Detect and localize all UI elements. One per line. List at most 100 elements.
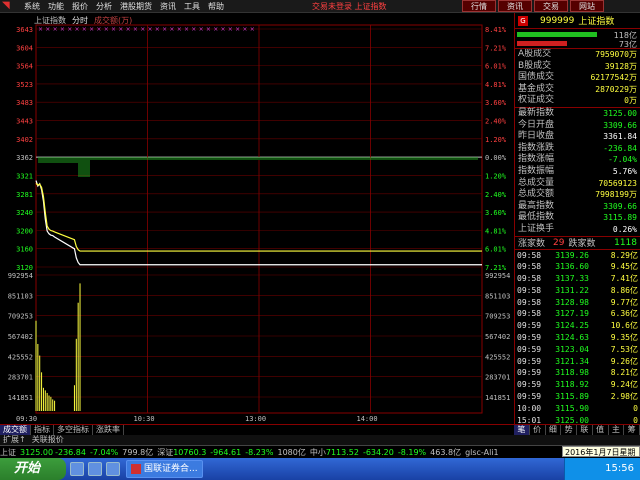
sh-amount: 799.8亿 <box>122 447 154 457</box>
zx-value: 7113.52 <box>325 447 359 457</box>
stat-label: B股成交 <box>518 60 552 71</box>
website-button[interactable]: 网站 <box>570 0 604 12</box>
stat-row: 总成交量 70569123 <box>515 178 640 190</box>
tick-row[interactable]: 09:58 3136.60 9.45亿 <box>515 261 640 273</box>
rtab-chips[interactable]: 筹 <box>624 425 640 435</box>
price-tick-label: 3160 <box>16 246 33 254</box>
news-button[interactable]: 资讯 <box>498 0 532 12</box>
time-tick-label: 09:30 <box>16 415 37 423</box>
taskbar-app-button[interactable]: 国联证券合... <box>126 460 203 478</box>
menu-quote[interactable]: 报价 <box>72 1 88 12</box>
stat-row: 指数涨幅 -7.04% <box>515 154 640 166</box>
rtab-trend[interactable]: 势 <box>561 425 577 435</box>
auction-marker: × <box>242 26 247 33</box>
tick-volume: 8.86亿 <box>610 285 638 295</box>
tick-row[interactable]: 09:59 3124.25 10.6亿 <box>515 320 640 332</box>
intraday-chart[interactable]: 3643 8.41% 3604 7.21% 3564 6.01% 3523 4.81% 3483… <box>0 13 514 424</box>
tick-time: 09:59 <box>517 392 542 402</box>
menu-tools[interactable]: 工具 <box>184 1 200 12</box>
start-button[interactable]: 开始 <box>0 458 66 480</box>
stat-label: 指数涨幅 <box>518 154 555 165</box>
indicator-tabs: 成交额 指标 多空指标 涨跌率 <box>0 424 514 435</box>
extension-tabs: 扩展↑ 关联报价 <box>0 435 640 445</box>
stat-label: 基金成交 <box>518 83 555 94</box>
tab-expand[interactable]: 扩展↑ <box>0 435 29 445</box>
tick-row[interactable]: 09:59 3123.04 7.53亿 <box>515 344 640 356</box>
tick-price: 3115.89 <box>555 392 589 402</box>
rtab-related[interactable]: 联 <box>577 425 593 435</box>
tick-list[interactable]: 09:58 3139.26 8.29亿 09:58 3136.60 9.45亿 09:58 3… <box>515 250 640 427</box>
stat-row: 今日开盘 3309.66 <box>515 120 640 132</box>
clock[interactable]: 15:56 <box>605 463 634 474</box>
tick-row[interactable]: 09:58 3128.98 9.77亿 <box>515 297 640 309</box>
rtab-price[interactable]: 价 <box>530 425 546 435</box>
quicklaunch-ie-icon[interactable] <box>70 462 84 476</box>
quicklaunch-folder-icon[interactable] <box>106 462 120 476</box>
zx-change: -634.20 <box>362 447 394 457</box>
app-icon <box>131 463 141 474</box>
pct-tick-label: 1.20% <box>485 172 507 180</box>
stat-row: 国债成交 62177542万 <box>515 72 640 84</box>
auction-marker: × <box>148 26 153 33</box>
stat-value: 7959070万 <box>595 50 637 59</box>
tick-row[interactable]: 10:00 3115.90 0 <box>515 403 640 415</box>
volume-tick-label-right: 141851 <box>485 394 510 402</box>
tick-volume: 7.53亿 <box>610 344 638 354</box>
quote-button[interactable]: 行情 <box>462 0 496 12</box>
tick-row[interactable]: 09:59 3115.89 2.98亿 <box>515 391 640 403</box>
tab-rise-fall-ratio[interactable]: 涨跌率 <box>93 425 124 435</box>
price-tick-label: 3402 <box>16 136 33 144</box>
auction-marker: × <box>228 26 233 33</box>
server-name: glsc-Ali1 <box>465 447 499 457</box>
pct-tick-label: 1.20% <box>485 136 507 144</box>
rtab-value[interactable]: 值 <box>593 425 609 435</box>
menu-help[interactable]: 帮助 <box>208 1 224 12</box>
tick-row[interactable]: 09:58 3137.33 7.41亿 <box>515 273 640 285</box>
pct-tick-label: 2.40% <box>485 118 507 126</box>
tick-price: 3124.63 <box>555 333 589 343</box>
tick-row[interactable]: 09:59 3118.92 9.24亿 <box>515 379 640 391</box>
pct-tick-label: 2.40% <box>485 191 507 199</box>
stat-label: 最低指数 <box>518 212 555 223</box>
tick-price: 3115.90 <box>555 403 589 413</box>
tick-price: 3118.98 <box>555 368 589 378</box>
menu-analysis[interactable]: 分析 <box>96 1 112 12</box>
tick-row[interactable]: 09:58 3139.26 8.29亿 <box>515 250 640 262</box>
price-tick-label: 3523 <box>16 81 33 89</box>
tick-row[interactable]: 09:58 3127.19 6.36亿 <box>515 308 640 320</box>
tick-row[interactable]: 09:59 3124.63 9.35亿 <box>515 332 640 344</box>
rtab-main[interactable]: 主 <box>609 425 625 435</box>
price-tick-label: 3483 <box>16 99 33 107</box>
volume-tick-label: 141851 <box>8 394 33 402</box>
auction-marker: × <box>104 26 109 33</box>
tick-row[interactable]: 09:58 3131.22 8.86亿 <box>515 285 640 297</box>
sz-change: -964.61 <box>210 447 242 457</box>
stat-label: A股成交 <box>518 49 552 59</box>
stat-value: -7.04% <box>608 155 637 165</box>
stat-value: 3361.84 <box>603 132 637 142</box>
tick-volume: 9.26亿 <box>610 356 638 366</box>
rtab-detail[interactable]: 细 <box>546 425 562 435</box>
auction-marker: × <box>133 26 138 33</box>
price-tick-label: 3200 <box>16 227 33 235</box>
menu-hk-futures[interactable]: 港股期货 <box>120 1 152 12</box>
quicklaunch-desktop-icon[interactable] <box>88 462 102 476</box>
tick-row[interactable]: 09:59 3118.98 8.21亿 <box>515 367 640 379</box>
rtab-trades[interactable]: 笔 <box>514 425 530 435</box>
tab-long-short[interactable]: 多空指标 <box>54 425 93 435</box>
tab-related-quote[interactable]: 关联报价 <box>29 435 67 445</box>
menu-system[interactable]: 系统 <box>24 1 40 12</box>
tab-indicator[interactable]: 指标 <box>31 425 54 435</box>
volume-tick-label-right: 283701 <box>485 374 510 382</box>
stat-row: 基金成交 2870229万 <box>515 84 640 96</box>
stat-row: 最高指数 3309.66 <box>515 201 640 213</box>
menu-function[interactable]: 功能 <box>48 1 64 12</box>
pct-tick-label: 6.01% <box>485 246 507 254</box>
menu-news[interactable]: 资讯 <box>160 1 176 12</box>
trade-button[interactable]: 交易 <box>534 0 568 12</box>
pct-tick-label: 6.01% <box>485 63 507 71</box>
stat-value: 3125.00 <box>603 108 637 118</box>
stat-value: 3115.89 <box>603 213 637 223</box>
tick-row[interactable]: 09:59 3121.34 9.26亿 <box>515 356 640 368</box>
tab-turnover[interactable]: 成交额 <box>0 425 31 435</box>
